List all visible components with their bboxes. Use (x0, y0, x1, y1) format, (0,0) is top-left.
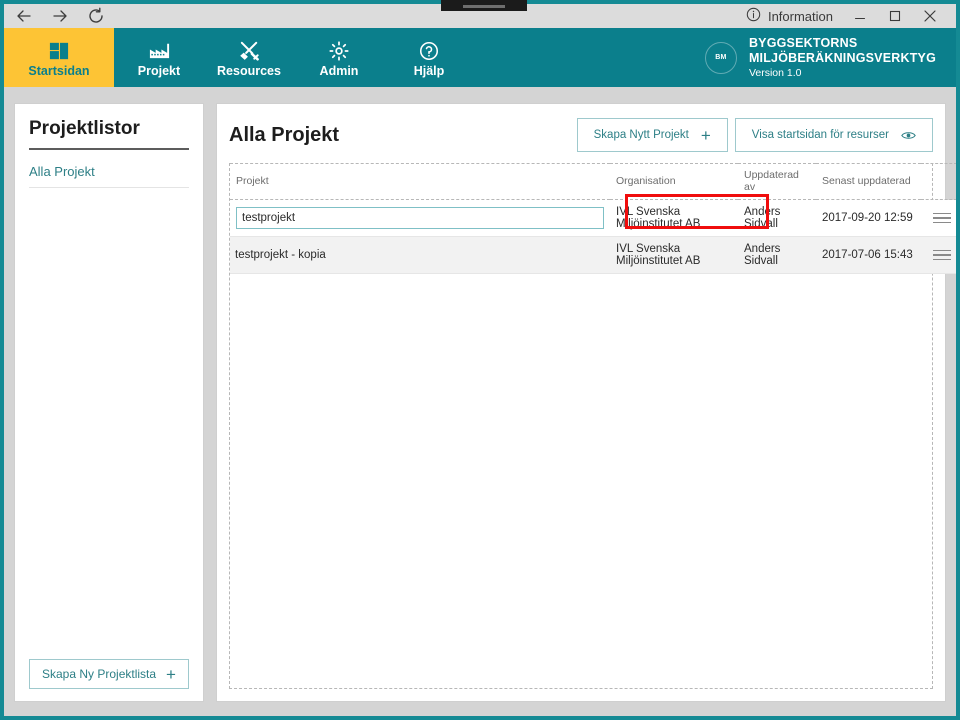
main-navigation-bar: Startsidan Projekt Resources Admin Hjälp… (4, 28, 956, 91)
cell-updated-by: Anders Sidvall (738, 236, 816, 274)
application-window: Information Startsidan Projekt Resources… (0, 0, 960, 720)
plus-icon: + (700, 125, 711, 145)
nav-item-hjalp[interactable]: Hjälp (384, 28, 474, 87)
tools-icon (238, 38, 261, 62)
column-header-menu (921, 163, 956, 200)
page-body: Projektlistor Alla Projekt Skapa Ny Proj… (4, 87, 956, 712)
nav-label-admin: Admin (319, 63, 359, 78)
hamburger-menu-icon[interactable] (933, 249, 951, 261)
sidebar-item-alla-projekt[interactable]: Alla Projekt (29, 150, 189, 188)
cell-row-menu (921, 236, 956, 274)
brand-text: BYGGSEKTORNS MILJÖBERÄKNINGSVERKTYG Vers… (749, 36, 936, 79)
window-controls: Information (738, 4, 956, 28)
sidebar-title: Projektlistor (29, 118, 189, 150)
nav-item-resources[interactable]: Resources (204, 28, 294, 87)
gear-icon (328, 38, 350, 62)
cell-last-updated: 2017-07-06 15:43 (816, 236, 921, 274)
table-row[interactable]: IVL Svenska Miljöinstitutet AB Anders Si… (230, 199, 956, 237)
eye-icon (901, 130, 916, 141)
brand-block: BM BYGGSEKTORNS MILJÖBERÄKNINGSVERKTYG V… (704, 28, 956, 87)
brand-logo: BM (704, 41, 737, 74)
create-new-project-label: Skapa Nytt Projekt (593, 129, 689, 141)
projects-table: Projekt Organisation Uppdaterad av Senas… (230, 163, 956, 274)
create-project-list-button[interactable]: Skapa Ny Projektlista + (29, 659, 189, 689)
nav-label-startsidan: Startsidan (28, 63, 90, 78)
cell-last-updated: 2017-09-20 12:59 (816, 199, 921, 237)
reload-icon[interactable] (85, 5, 107, 27)
factory-icon (148, 38, 171, 62)
cell-project-name: testprojekt - kopia (230, 236, 610, 274)
projects-table-container: Projekt Organisation Uppdaterad av Senas… (229, 163, 956, 689)
create-new-project-button[interactable]: Skapa Nytt Projekt + (576, 118, 728, 152)
table-row[interactable]: testprojekt - kopia IVL Svenska Miljöins… (230, 236, 956, 274)
dashboard-icon (48, 38, 70, 62)
column-header-organisation: Organisation (610, 163, 738, 200)
cell-organisation: IVL Svenska Miljöinstitutet AB (610, 199, 738, 237)
notch-handle-bar (463, 5, 505, 8)
show-resources-start-page-button[interactable]: Visa startsidan för resurser (734, 118, 933, 152)
create-project-list-label: Skapa Ny Projektlista (42, 667, 157, 681)
nav-item-startsidan[interactable]: Startsidan (4, 28, 114, 87)
cell-organisation: IVL Svenska Miljöinstitutet AB (610, 236, 738, 274)
close-button[interactable] (914, 4, 946, 28)
page-title: Alla Projekt (229, 123, 340, 146)
nav-label-resources: Resources (217, 63, 281, 78)
sidebar-panel: Projektlistor Alla Projekt Skapa Ny Proj… (14, 103, 204, 702)
nav-item-projekt[interactable]: Projekt (114, 28, 204, 87)
column-header-projekt: Projekt (230, 163, 610, 200)
projects-table-head: Projekt Organisation Uppdaterad av Senas… (230, 163, 956, 200)
column-header-senast-uppdaterad: Senast uppdaterad (816, 163, 921, 200)
question-circle-icon (418, 38, 440, 62)
window-drag-notch (441, 0, 527, 11)
cell-row-menu (921, 199, 956, 237)
information-button[interactable]: Information (738, 7, 841, 25)
cell-updated-by: Anders Sidvall (738, 199, 816, 237)
maximize-button[interactable] (879, 4, 911, 28)
brand-version: Version 1.0 (748, 66, 802, 79)
main-header: Alla Projekt Skapa Nytt Projekt + Visa s… (229, 116, 933, 154)
information-label: Information (767, 8, 833, 24)
plus-icon: + (166, 664, 176, 684)
header-actions: Skapa Nytt Projekt + Visa startsidan för… (576, 118, 933, 152)
hamburger-menu-icon[interactable] (933, 212, 951, 224)
nav-label-hjalp: Hjälp (413, 63, 445, 78)
column-header-uppdaterad-av: Uppdaterad av (738, 163, 816, 200)
cell-project-name (230, 199, 610, 237)
main-panel: Alla Projekt Skapa Nytt Projekt + Visa s… (216, 103, 956, 702)
table-header-row: Projekt Organisation Uppdaterad av Senas… (230, 163, 956, 200)
table-empty-area (230, 274, 932, 688)
show-resources-label: Visa startsidan för resurser (751, 129, 889, 141)
info-circle-icon (746, 7, 761, 25)
forward-arrow-icon[interactable] (49, 5, 71, 27)
nav-label-projekt: Projekt (137, 63, 181, 78)
brand-line-2: MILJÖBERÄKNINGSVERKTYG (748, 50, 936, 65)
projects-table-body: IVL Svenska Miljöinstitutet AB Anders Si… (230, 199, 956, 274)
project-name-input[interactable] (236, 207, 604, 229)
brand-line-1: BYGGSEKTORNS (748, 36, 858, 51)
back-arrow-icon[interactable] (13, 5, 35, 27)
minimize-button[interactable] (844, 4, 876, 28)
nav-item-admin[interactable]: Admin (294, 28, 384, 87)
browser-nav-buttons (13, 5, 107, 27)
